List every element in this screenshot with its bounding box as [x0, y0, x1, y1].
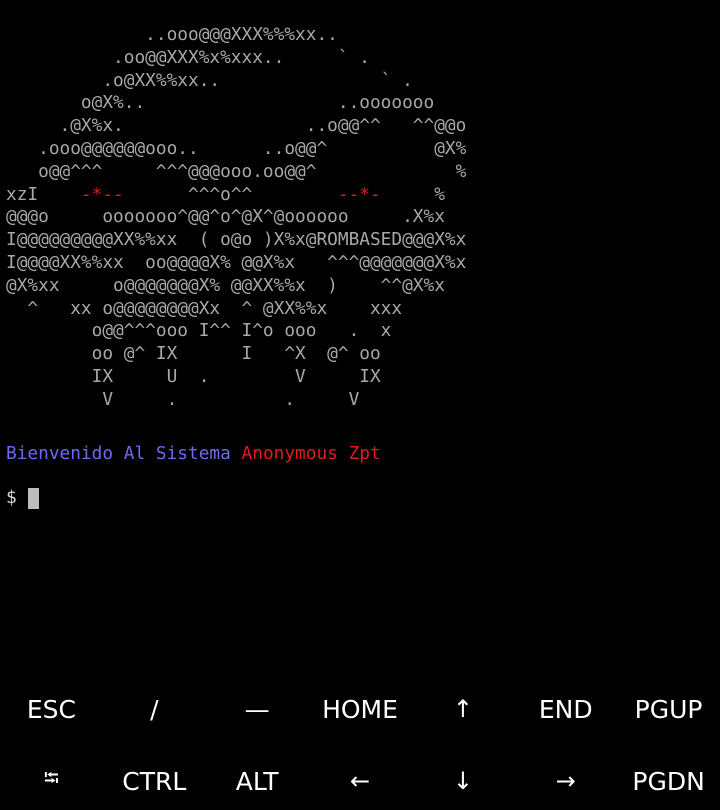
text-cursor — [28, 488, 39, 509]
ascii-art-segment: V . . V — [6, 388, 360, 410]
home-key[interactable]: HOME — [309, 680, 412, 738]
ascii-art-segment: o@@^^^ ^^^@@@ooo.oo@@^ % — [6, 160, 467, 182]
dash-key[interactable]: — — [206, 680, 309, 738]
ascii-art-segment: .@X%x. ..o@@^^ ^^@@o — [6, 115, 467, 137]
ascii-art-accent: -*-- — [80, 183, 124, 205]
terminal-output[interactable]: ..ooo@@@XXX%%%xx.. .oo@@XXX%x%xxx.. ` . … — [0, 0, 720, 680]
arrow-left-key[interactable]: ← — [309, 752, 412, 810]
pgdn-key[interactable]: PGDN — [617, 752, 720, 810]
ascii-art-line: I@@@@XX%%xx oo@@@@X% @@X%x ^^^@@@@@@@X%x — [6, 252, 466, 275]
ascii-art-line: @@@o ooooooo^@@^o^@X^@oooooo .X%x — [6, 206, 466, 229]
arrow-right-key[interactable]: → — [514, 752, 617, 810]
ascii-art-line: IX U . V IX — [6, 366, 466, 389]
ascii-art-segment: IX U . V IX — [6, 365, 381, 387]
ascii-art-segment: ^^^o^^ — [123, 183, 338, 205]
ascii-art-line: .o@XX%%xx.. ` . — [6, 70, 466, 93]
ascii-art-line: @X%xx o@@@@@@@X% @@XX%%x ) ^^@X%x — [6, 275, 466, 298]
ascii-art-segment: .oo@@XXX%x%xxx.. ` . — [6, 46, 370, 68]
ascii-art-segment: ..ooo@@@XXX%%%xx.. — [6, 24, 338, 45]
arrow-up-key[interactable]: ↑ — [411, 680, 514, 738]
ascii-art-line: .ooo@@@@@@ooo.. ..o@@^ @X% — [6, 138, 466, 161]
ascii-art-line: I@@@@@@@@@XX%%xx ( o@o )X%x@ROMBASED@@@X… — [6, 229, 466, 252]
welcome-text: Bienvenido Al Sistema — [6, 443, 231, 464]
ascii-art-line: o@X%.. ..ooooooo — [6, 92, 466, 115]
ascii-art-segment: @X%xx o@@@@@@@X% @@XX%%x ) ^^@X%x — [6, 274, 445, 296]
ascii-art-segment: o@X%.. ..ooooooo — [6, 92, 435, 114]
ascii-art-line: ^ xx o@@@@@@@@Xx ^ @XX%%x xxx — [6, 298, 466, 321]
ascii-art-segment: oo @^ IX I ^X @^ oo — [6, 343, 381, 365]
end-key[interactable]: END — [514, 680, 617, 738]
welcome-user: Anonymous Zpt — [241, 443, 381, 464]
ascii-art-segment: ^ xx o@@@@@@@@Xx ^ @XX%%x xxx — [6, 297, 403, 319]
alt-key[interactable]: ALT — [206, 752, 309, 810]
pgup-key[interactable]: PGUP — [617, 680, 720, 738]
tab-key[interactable]: ⭾ — [0, 752, 103, 810]
ascii-art-segment: I@@@@@@@@@XX%%xx ( o@o )X%x@ROMBASED@@@X… — [6, 229, 467, 251]
ascii-art-line: .oo@@XXX%x%xxx.. ` . — [6, 47, 466, 70]
ascii-art-segment: % — [380, 183, 445, 205]
ascii-art-line: o@@^^^ ^^^@@@ooo.oo@@^ % — [6, 161, 466, 184]
ascii-art-accent: --*- — [337, 183, 381, 205]
ascii-art-line: xzI -*-- ^^^o^^ --*- % — [6, 184, 466, 207]
extra-keys-row-2: ⭾ CTRL ALT ← ↓ → PGDN — [0, 752, 720, 810]
ascii-art-line: oo @^ IX I ^X @^ oo — [6, 343, 466, 366]
extra-keys-bar: ESC / — HOME ↑ END PGUP ⭾ CTRL ALT ← ↓ →… — [0, 680, 720, 809]
ascii-art-segment: @@@o ooooooo^@@^o^@X^@oooooo .X%x — [6, 206, 445, 228]
arrow-down-key[interactable]: ↓ — [411, 752, 514, 810]
ctrl-key[interactable]: CTRL — [103, 752, 206, 810]
ascii-art-banner: ..ooo@@@XXX%%%xx.. .oo@@XXX%x%xxx.. ` . … — [6, 24, 466, 412]
ascii-art-segment: I@@@@XX%%xx oo@@@@X% @@X%x ^^^@@@@@@@X%x — [6, 251, 467, 273]
ascii-art-line: .@X%x. ..o@@^^ ^^@@o — [6, 115, 467, 138]
ascii-art-segment: o@@^^^ooo I^^ I^o ooo . x — [6, 320, 392, 342]
extra-keys-row-1: ESC / — HOME ↑ END PGUP — [0, 680, 720, 738]
ascii-art-line: ..ooo@@@XXX%%%xx.. — [6, 24, 466, 47]
shell-prompt: $ — [6, 487, 17, 508]
ascii-art-line: V . . V — [6, 389, 466, 412]
ascii-art-segment: .o@XX%%xx.. ` . — [6, 69, 413, 91]
welcome-message: Bienvenido Al Sistema Anonymous Zpt — [6, 442, 381, 466]
ascii-art-segment: xzI — [6, 183, 81, 205]
ascii-art-line: o@@^^^ooo I^^ I^o ooo . x — [6, 320, 466, 343]
esc-key[interactable]: ESC — [0, 680, 103, 738]
ascii-art-segment: .ooo@@@@@@ooo.. ..o@@^ @X% — [6, 137, 467, 159]
slash-key[interactable]: / — [103, 680, 206, 738]
